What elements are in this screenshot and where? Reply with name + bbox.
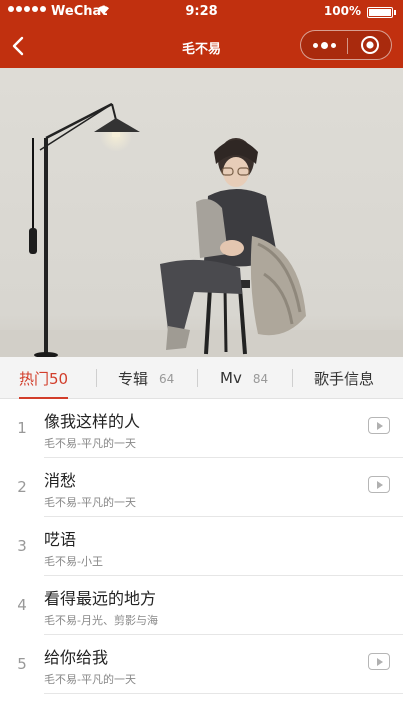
- song-subtitle: 毛不易-平凡的一天: [44, 496, 136, 509]
- top-bar: WeChat 9:28 100% 毛不易: [0, 0, 403, 68]
- tab-albums[interactable]: 专辑 64: [118, 357, 174, 399]
- tab-divider: [292, 369, 293, 387]
- battery-icon: [367, 7, 396, 18]
- tab-label: 歌手信息: [314, 369, 375, 388]
- tab-mv[interactable]: Mv 84: [220, 357, 268, 399]
- song-info: 呓语 毛不易-小王: [44, 517, 403, 576]
- song-subtitle: 毛不易-月光、剪影与海: [44, 614, 158, 627]
- tab-bar: 热门50 专辑 64 Mv 84 歌手信息: [0, 357, 403, 399]
- tab-divider: [96, 369, 97, 387]
- song-index: 4: [17, 596, 27, 614]
- tab-divider: [197, 369, 198, 387]
- song-info: 消愁 毛不易-平凡的一天: [44, 458, 403, 517]
- song-index: 3: [17, 537, 27, 555]
- close-target-icon: [361, 36, 379, 54]
- singer-photo: [0, 68, 403, 357]
- mv-play-icon[interactable]: [368, 476, 390, 493]
- nav-bar: 毛不易: [0, 24, 403, 68]
- song-info: 给你给我 毛不易-平凡的一天: [44, 635, 403, 694]
- song-list: 1 像我这样的人 毛不易-平凡的一天 2 消愁 毛不易-平凡的一天 3 呓语 毛…: [0, 399, 403, 694]
- tab-label: 专辑: [118, 369, 149, 388]
- song-row[interactable]: 3 呓语 毛不易-小王: [0, 517, 403, 576]
- song-name: 给你给我: [44, 648, 109, 667]
- tab-artist-info[interactable]: 歌手信息: [314, 357, 374, 399]
- status-bar: WeChat 9:28 100%: [0, 0, 403, 24]
- mini-program-capsule: [300, 30, 392, 60]
- song-index: 2: [17, 478, 27, 496]
- song-name: 像我这样的人: [44, 412, 141, 431]
- close-button[interactable]: [348, 31, 392, 59]
- song-row[interactable]: 4 看得最远的地方 毛不易-月光、剪影与海: [0, 576, 403, 635]
- tab-label: 热门50: [19, 369, 69, 388]
- song-name: 消愁: [44, 471, 77, 490]
- song-name: 呓语: [44, 530, 77, 549]
- more-button[interactable]: [301, 31, 347, 59]
- more-dots-icon: [312, 41, 336, 49]
- song-subtitle: 毛不易-平凡的一天: [44, 673, 136, 686]
- tab-count: 84: [252, 372, 269, 386]
- song-info: 像我这样的人 毛不易-平凡的一天: [44, 399, 403, 458]
- tab-hot50[interactable]: 热门50: [19, 357, 69, 399]
- battery-percent: 100%: [323, 4, 361, 18]
- song-name: 看得最远的地方: [44, 589, 157, 608]
- song-index: 1: [17, 419, 27, 437]
- tab-count: 64: [159, 372, 175, 386]
- song-index: 5: [17, 655, 27, 673]
- song-row[interactable]: 5 给你给我 毛不易-平凡的一天: [0, 635, 403, 694]
- song-subtitle: 毛不易-平凡的一天: [44, 437, 136, 450]
- song-subtitle: 毛不易-小王: [44, 555, 103, 568]
- mv-play-icon[interactable]: [368, 653, 390, 670]
- tab-label: Mv: [220, 369, 242, 387]
- mv-play-icon[interactable]: [368, 417, 390, 434]
- song-row[interactable]: 1 像我这样的人 毛不易-平凡的一天: [0, 399, 403, 458]
- song-row[interactable]: 2 消愁 毛不易-平凡的一天: [0, 458, 403, 517]
- song-info: 看得最远的地方 毛不易-月光、剪影与海: [44, 576, 403, 635]
